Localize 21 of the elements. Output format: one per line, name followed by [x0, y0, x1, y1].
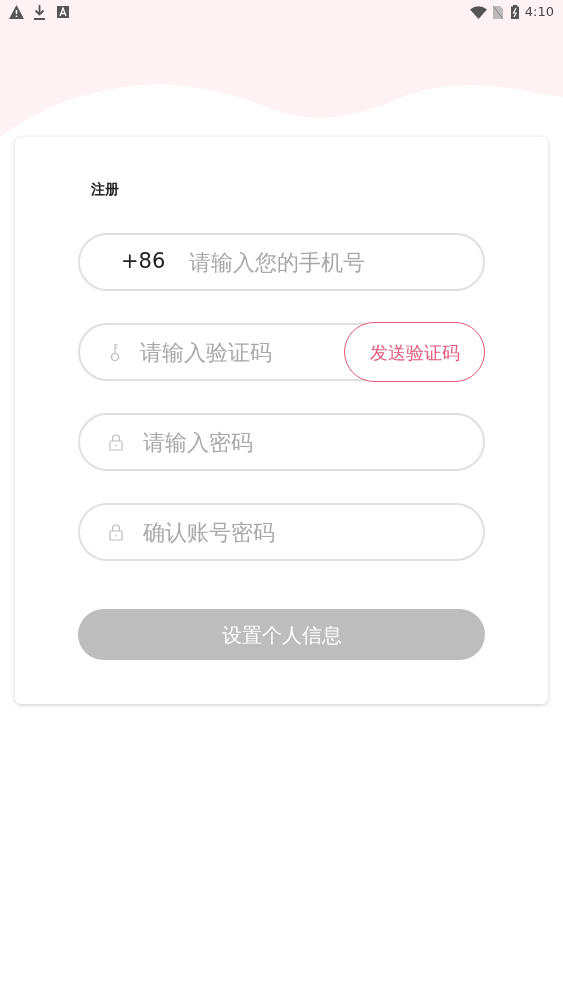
- app-notification-icon: [57, 6, 69, 18]
- lock-icon: [109, 433, 123, 451]
- phone-field[interactable]: +86 请输入您的手机号: [78, 233, 485, 291]
- form-title: 注册: [91, 180, 120, 199]
- no-sim-icon: [492, 5, 503, 19]
- battery-charging-icon: [510, 5, 519, 19]
- warning-icon: [9, 5, 24, 19]
- wifi-icon: [469, 5, 487, 19]
- password-field[interactable]: 确认账号密码: [78, 503, 485, 561]
- country-code: +86: [121, 248, 166, 276]
- password-field[interactable]: 请输入密码: [78, 413, 485, 471]
- password-input[interactable]: 请输入密码: [143, 425, 467, 459]
- lock-icon: [109, 523, 123, 541]
- key-icon: [110, 342, 122, 362]
- code-input[interactable]: 请输入验证码: [140, 335, 326, 369]
- status-time: 4:10: [524, 3, 554, 22]
- password-input[interactable]: 确认账号密码: [143, 515, 467, 549]
- send-code-button[interactable]: 发送验证码: [344, 322, 485, 382]
- download-icon: [33, 4, 46, 20]
- phone-input[interactable]: 请输入您的手机号: [189, 245, 467, 279]
- code-field[interactable]: 请输入验证码 发送验证码: [78, 323, 485, 381]
